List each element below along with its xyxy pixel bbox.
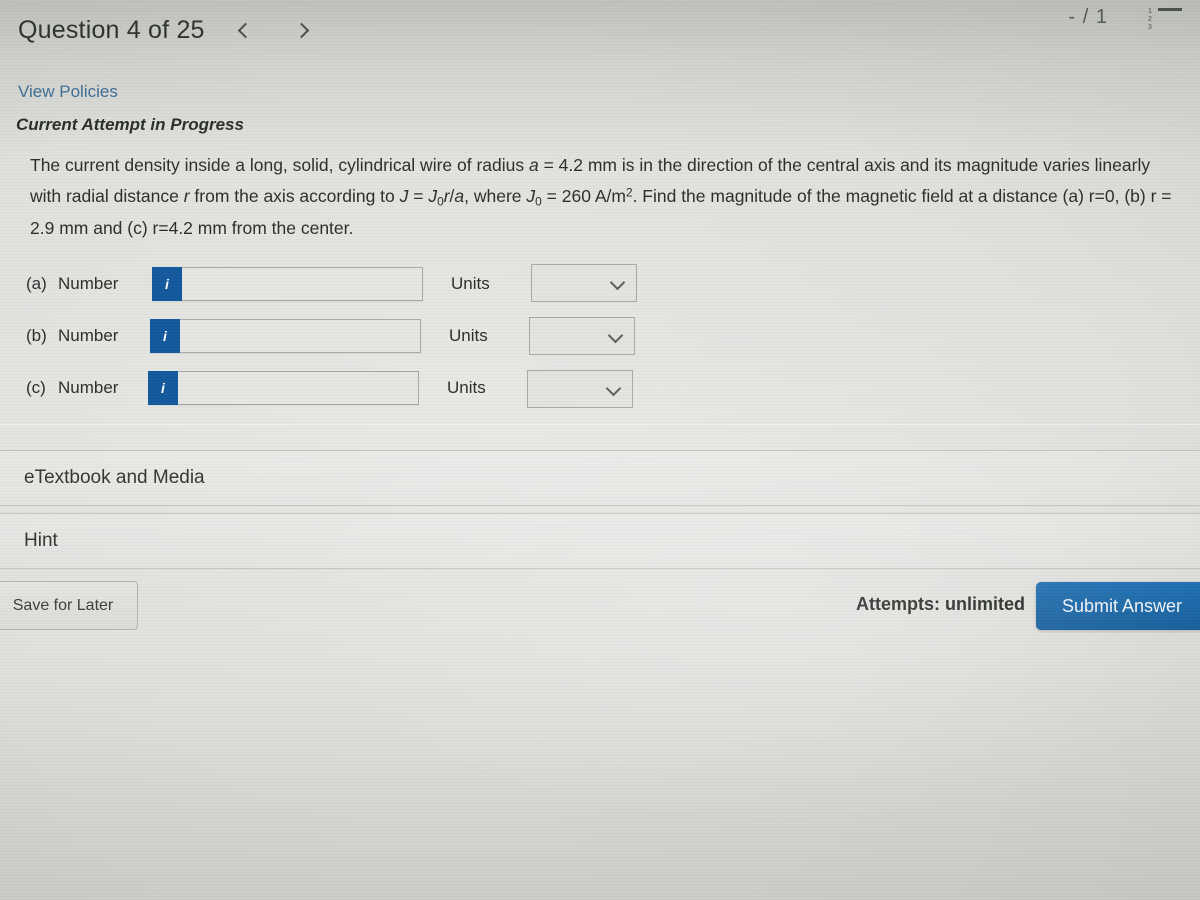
score-display: - / 1 [1068,6,1108,28]
numbered-list-icon[interactable]: 1 2 3 [1148,8,1182,34]
hint-label: Hint [24,530,58,551]
units-dropdown-b[interactable] [529,317,635,355]
question-line2-b: from the axis according to [189,186,400,207]
view-policies-link[interactable]: View Policies [18,82,118,102]
list-number-1: 1 [1148,8,1152,15]
etextbook-section[interactable]: eTextbook and Media [0,450,1200,506]
number-label-c: Number [58,378,119,397]
units-dropdown-a[interactable] [531,264,637,302]
list-line-3 [1158,8,1182,11]
question-line2-g: . Find the magnitude of the magnetic [632,186,917,207]
chevron-right-icon[interactable] [293,20,309,42]
subscript-zero-b: 0 [535,194,542,209]
answer-input-group-c: i [148,371,419,405]
variable-J0-b: J [526,186,536,207]
submit-answer-button[interactable]: Submit Answer [1036,582,1200,630]
number-label-a: Number [58,274,119,293]
info-icon[interactable]: i [148,371,178,405]
etextbook-label: eTextbook and Media [24,467,205,488]
answer-row-b: (b) Number i Units [26,310,666,362]
chevron-down-icon [607,327,624,344]
units-label-c: Units [447,378,486,397]
subscript-zero: 0 [437,194,444,209]
question-header: Question 4 of 25 [18,16,309,45]
answer-input-group-a: i [152,267,423,301]
answer-input-group-b: i [150,319,421,353]
question-line2-e: , where [464,186,527,207]
question-line2-f: = 260 A/m [541,186,626,207]
variable-a-2: a [454,186,465,207]
list-number-3: 3 [1148,24,1152,31]
question-page: Question 4 of 25 - / 1 1 2 3 View Polici… [0,0,1200,900]
variable-J0: J [428,186,438,207]
page-title: Question 4 of 25 [18,16,205,44]
answer-input-c[interactable] [178,371,419,405]
question-line1-a: The current density inside a long, solid… [30,155,529,175]
question-line2-c: = [408,186,429,207]
save-for-later-button[interactable]: Save for Later [0,581,138,630]
hint-row[interactable]: Hint [0,513,1200,569]
chevron-down-icon [605,380,622,397]
answer-input-b[interactable] [180,319,421,353]
answer-rows: (a) Number i Units (b) Number i Units (c… [26,258,666,414]
superscript-two: 2 [625,185,633,200]
question-text: The current density inside a long, solid… [30,150,1180,244]
units-dropdown-c[interactable] [527,370,633,408]
variable-a: a [528,155,539,175]
info-icon[interactable]: i [150,319,180,353]
attempts-status: Attempts: unlimited [856,594,1025,614]
answer-row-a: (a) Number i Units [26,258,666,310]
units-label-b: Units [449,326,488,345]
hint-section[interactable]: Hint [0,513,1200,569]
answer-label-c: (c) [26,378,46,397]
number-label-b: Number [58,326,119,345]
chevron-left-icon[interactable] [237,20,253,42]
answer-row-c: (c) Number i Units [26,362,666,414]
question-footer: Save for Later Attempts: unlimited Submi… [0,578,1200,648]
chevron-down-icon [609,274,626,291]
units-label-a: Units [451,274,490,293]
answer-input-a[interactable] [182,267,423,301]
question-line1-b: = 4.2 mm is in the direction of the cent… [538,155,1039,175]
info-icon[interactable]: i [152,267,182,301]
attempt-status: Current Attempt in Progress [16,115,244,134]
answer-label-b: (b) [26,326,47,345]
divider [0,424,1200,425]
etextbook-and-media-row[interactable]: eTextbook and Media [0,450,1200,506]
answer-label-a: (a) [26,274,47,293]
list-number-2: 2 [1148,16,1152,23]
question-navigation [237,20,309,42]
